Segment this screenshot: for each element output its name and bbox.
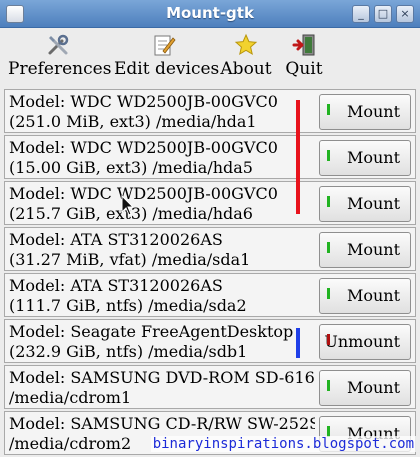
quit-button[interactable]: Quit xyxy=(282,33,326,83)
device-detail: (15.00 GiB, ext3) /media/hda5 xyxy=(9,158,253,177)
about-label: About xyxy=(220,59,272,79)
unmount-button-label: Unmount xyxy=(324,332,400,351)
device-detail: /media/cdrom1 xyxy=(9,388,132,407)
device-model: Model: WDC WD2500JB-00GVC0 xyxy=(9,92,278,111)
device-info: Model: WDC WD2500JB-00GVC0 (15.00 GiB, e… xyxy=(9,138,315,178)
about-button[interactable]: About xyxy=(218,33,274,83)
device-row: Model: WDC WD2500JB-00GVC0 (15.00 GiB, e… xyxy=(4,135,416,179)
mount-button-label: Mount xyxy=(346,194,400,213)
device-model: Model: ATA ST3120026AS xyxy=(9,276,223,295)
status-indicator xyxy=(327,150,330,161)
mount-button[interactable]: Mount xyxy=(319,370,411,406)
mount-button-label: Mount xyxy=(346,148,400,167)
preferences-label: Preferences xyxy=(8,59,112,79)
status-indicator xyxy=(327,196,330,207)
toolbar: Preferences Edit devices About Quit xyxy=(0,29,420,85)
device-model: Model: SAMSUNG CD-R/RW SW-252S xyxy=(9,414,315,433)
mount-button[interactable]: Mount xyxy=(319,278,411,314)
blue-annotation-bar xyxy=(296,328,300,358)
device-row: Model: Seagate FreeAgentDesktop (232.9 G… xyxy=(4,319,416,363)
device-info: Model: WDC WD2500JB-00GVC0 (215.7 GiB, e… xyxy=(9,184,315,224)
preferences-button[interactable]: Preferences xyxy=(8,33,112,83)
exit-icon xyxy=(292,33,316,57)
device-detail: (111.7 GiB, ntfs) /media/sda2 xyxy=(9,296,247,315)
edit-icon xyxy=(152,33,176,57)
title-bar: Mount-gtk _ □ × xyxy=(0,0,420,28)
device-model: Model: SAMSUNG DVD-ROM SD-616E xyxy=(9,368,315,387)
status-indicator xyxy=(327,380,330,391)
device-detail: (232.9 GiB, ntfs) /media/sdb1 xyxy=(9,342,248,361)
quit-label: Quit xyxy=(285,59,323,79)
device-info: Model: SAMSUNG DVD-ROM SD-616E /media/cd… xyxy=(9,368,315,408)
status-indicator xyxy=(327,334,330,345)
mount-button-label: Mount xyxy=(346,378,400,397)
mouse-cursor-icon xyxy=(121,194,135,217)
device-model: Model: ATA ST3120026AS xyxy=(9,230,223,249)
device-info: Model: Seagate FreeAgentDesktop (232.9 G… xyxy=(9,322,315,362)
mount-button-label: Mount xyxy=(346,102,400,121)
mount-button[interactable]: Mount xyxy=(319,140,411,176)
mount-button-label: Mount xyxy=(346,286,400,305)
device-detail: (251.0 MiB, ext3) /media/hda1 xyxy=(9,112,257,131)
unmount-button[interactable]: Unmount xyxy=(319,324,411,360)
star-icon xyxy=(234,33,258,57)
device-model: Model: WDC WD2500JB-00GVC0 xyxy=(9,138,278,157)
watermark: binaryinspirations.blogspot.com xyxy=(150,436,416,452)
mount-button-label: Mount xyxy=(346,240,400,259)
red-annotation-bar xyxy=(296,100,300,214)
maximize-button[interactable]: □ xyxy=(374,5,392,23)
edit-devices-label: Edit devices xyxy=(114,59,220,79)
device-row: Model: WDC WD2500JB-00GVC0 (251.0 MiB, e… xyxy=(4,89,416,133)
status-indicator xyxy=(327,242,330,253)
mount-button[interactable]: Mount xyxy=(319,94,411,130)
close-button[interactable]: × xyxy=(396,5,414,23)
device-info: Model: WDC WD2500JB-00GVC0 (251.0 MiB, e… xyxy=(9,92,315,132)
mount-button[interactable]: Mount xyxy=(319,232,411,268)
device-model: Model: Seagate FreeAgentDesktop xyxy=(9,322,294,341)
device-row: Model: ATA ST3120026AS (31.27 MiB, vfat)… xyxy=(4,227,416,271)
status-indicator xyxy=(327,104,330,115)
mount-button[interactable]: Mount xyxy=(319,186,411,222)
status-indicator xyxy=(327,288,330,299)
device-model: Model: WDC WD2500JB-00GVC0 xyxy=(9,184,278,203)
tools-icon xyxy=(46,33,70,57)
device-row: Model: WDC WD2500JB-00GVC0 (215.7 GiB, e… xyxy=(4,181,416,225)
device-row: Model: ATA ST3120026AS (111.7 GiB, ntfs)… xyxy=(4,273,416,317)
device-detail: (215.7 GiB, ext3) /media/hda6 xyxy=(9,204,253,223)
device-info: Model: ATA ST3120026AS (111.7 GiB, ntfs)… xyxy=(9,276,315,316)
device-info: Model: ATA ST3120026AS (31.27 MiB, vfat)… xyxy=(9,230,315,270)
device-row: Model: SAMSUNG DVD-ROM SD-616E /media/cd… xyxy=(4,365,416,409)
minimize-button[interactable]: _ xyxy=(352,5,370,23)
device-detail: (31.27 MiB, vfat) /media/sda1 xyxy=(9,250,251,269)
edit-devices-button[interactable]: Edit devices xyxy=(114,33,220,83)
